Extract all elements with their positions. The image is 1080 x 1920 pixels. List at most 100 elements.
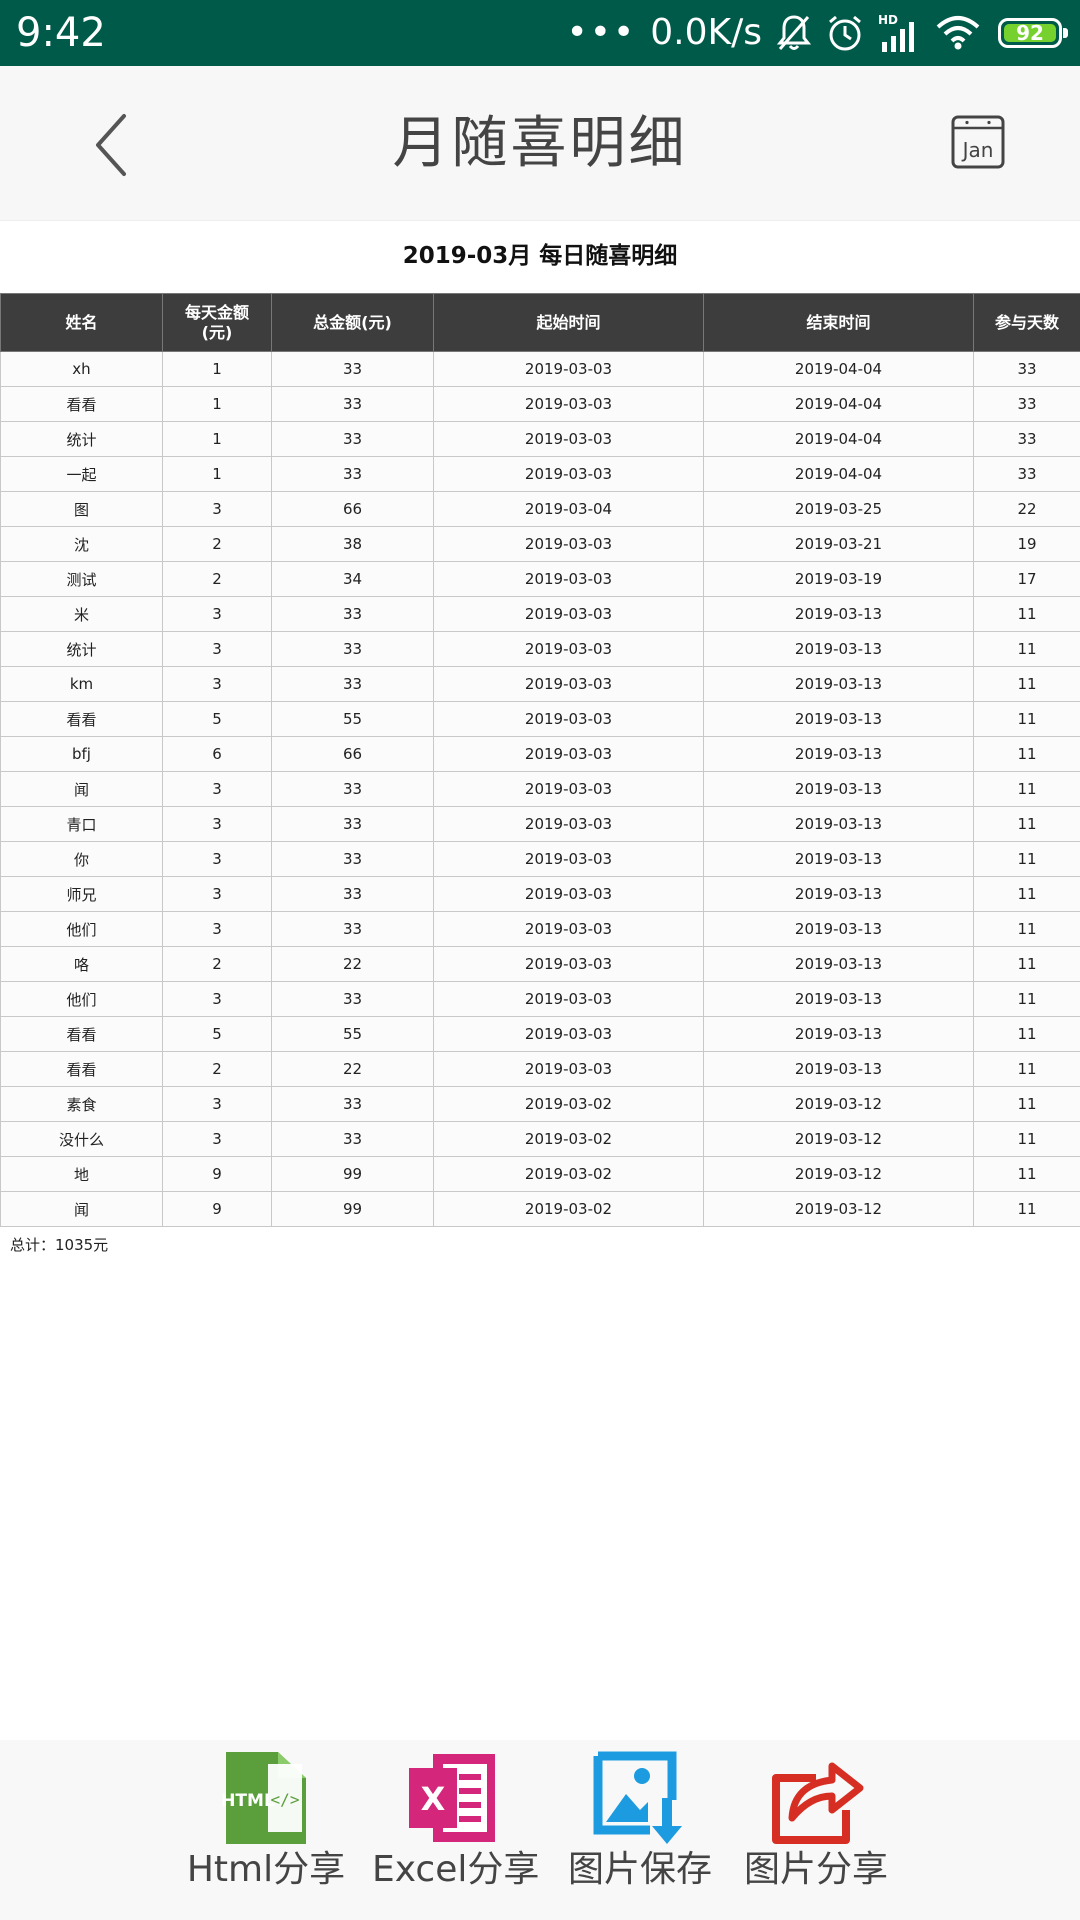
- table-cell: 没什么: [0, 1121, 163, 1157]
- table-cell: 2019-03-03: [433, 981, 704, 1017]
- table-cell: 2019-03-03: [433, 841, 704, 877]
- html-icon-label: HTML: [221, 1791, 275, 1811]
- table-cell: 2019-03-13: [703, 911, 974, 947]
- table-cell: 2019-03-13: [703, 736, 974, 772]
- table-row: 闻 3 33 2019-03-03 2019-03-13 11: [0, 771, 1080, 807]
- table-cell: 11: [973, 1156, 1080, 1192]
- table-cell: 师兄: [0, 876, 163, 912]
- table-row: km 3 33 2019-03-03 2019-03-13 11: [0, 666, 1080, 702]
- table-cell: km: [0, 666, 163, 702]
- column-header: 起始时间: [433, 293, 704, 352]
- table-cell: 2019-03-03: [433, 631, 704, 667]
- detail-table-container: 姓名 每天金额 (元) 总金额(元) 起始时间 结束时间 参与天数 xh 1 33 2019-0…: [0, 293, 1080, 1227]
- table-cell: 看看: [0, 1051, 163, 1087]
- table-row: 闻 9 99 2019-03-02 2019-03-12 11: [0, 1191, 1080, 1227]
- table-cell: 地: [0, 1156, 163, 1192]
- column-header: 参与天数: [973, 293, 1080, 352]
- excel-share-label: Excel分享: [372, 1849, 540, 1890]
- alarm-icon: [826, 13, 864, 53]
- column-header: 姓名: [0, 293, 163, 352]
- table-cell: 11: [973, 876, 1080, 912]
- table-cell: 3: [162, 981, 272, 1017]
- table-cell: 2019-03-13: [703, 981, 974, 1017]
- table-cell: 2019-04-04: [703, 386, 974, 422]
- table-row: 看看 5 55 2019-03-03 2019-03-13 11: [0, 701, 1080, 737]
- table-cell: 11: [973, 1121, 1080, 1157]
- table-cell: 66: [271, 491, 434, 527]
- table-cell: 2019-03-13: [703, 1016, 974, 1052]
- table-row: 统计 1 33 2019-03-03 2019-04-04 33: [0, 421, 1080, 457]
- table-row: 师兄 3 33 2019-03-03 2019-03-13 11: [0, 876, 1080, 912]
- table-cell: 2019-03-21: [703, 526, 974, 562]
- table-cell: 99: [271, 1191, 434, 1227]
- table-cell: xh: [0, 351, 163, 387]
- table-cell: 55: [271, 701, 434, 737]
- table-cell: 33: [271, 666, 434, 702]
- table-cell: 38: [271, 526, 434, 562]
- table-cell: 5: [162, 1016, 272, 1052]
- table-cell: 22: [271, 946, 434, 982]
- bell-muted-icon: [776, 13, 812, 53]
- table-row: 你 3 33 2019-03-03 2019-03-13 11: [0, 841, 1080, 877]
- share-bar: HTML </> Html分享 X Excel分享 图片保存 图片分享: [0, 1740, 1080, 1920]
- table-cell: 11: [973, 596, 1080, 632]
- table-cell: 2019-03-03: [433, 596, 704, 632]
- table-cell: 33: [271, 1121, 434, 1157]
- table-cell: 2019-03-04: [433, 491, 704, 527]
- battery-tip: [1063, 28, 1068, 38]
- table-cell: 6: [162, 736, 272, 772]
- table-cell: 青口: [0, 806, 163, 842]
- table-cell: 33: [271, 596, 434, 632]
- table-cell: 图: [0, 491, 163, 527]
- table-row: 米 3 33 2019-03-03 2019-03-13 11: [0, 596, 1080, 632]
- table-cell: 33: [973, 456, 1080, 492]
- svg-text:</>: </>: [271, 1790, 300, 1809]
- table-cell: 2019-03-13: [703, 876, 974, 912]
- table-cell: 2019-03-13: [703, 841, 974, 877]
- table-cell: 统计: [0, 421, 163, 457]
- excel-share-button[interactable]: X Excel分享: [372, 1740, 540, 1920]
- table-cell: 3: [162, 806, 272, 842]
- table-cell: 3: [162, 596, 272, 632]
- html-share-button[interactable]: HTML </> Html分享: [185, 1740, 347, 1920]
- table-row: 测试 2 34 2019-03-03 2019-03-19 17: [0, 561, 1080, 597]
- table-row: 看看 1 33 2019-03-03 2019-04-04 33: [0, 386, 1080, 422]
- table-cell: 33: [271, 421, 434, 457]
- table-cell: 33: [271, 771, 434, 807]
- image-share-button[interactable]: 图片分享: [740, 1740, 892, 1920]
- total-amount: 总计：1035元: [10, 1236, 109, 1254]
- table-cell: 1: [162, 421, 272, 457]
- column-header: 每天金额 (元): [162, 293, 272, 352]
- table-cell: 2: [162, 561, 272, 597]
- table-cell: 2019-03-02: [433, 1156, 704, 1192]
- table-cell: 11: [973, 806, 1080, 842]
- excel-file-icon: X: [409, 1754, 495, 1842]
- signal-hd-icon: HD: [878, 12, 922, 54]
- table-cell: 米: [0, 596, 163, 632]
- table-cell: 2019-03-03: [433, 351, 704, 387]
- table-cell: 1: [162, 351, 272, 387]
- table-cell: 2019-03-13: [703, 596, 974, 632]
- table-cell: 34: [271, 561, 434, 597]
- table-cell: 33: [271, 841, 434, 877]
- table-cell: 2019-03-03: [433, 946, 704, 982]
- table-cell: 33: [973, 351, 1080, 387]
- table-cell: bfj: [0, 736, 163, 772]
- table-cell: 33: [271, 631, 434, 667]
- table-cell: 33: [271, 386, 434, 422]
- table-cell: 咯: [0, 946, 163, 982]
- table-cell: 5: [162, 701, 272, 737]
- table-cell: 2019-03-03: [433, 771, 704, 807]
- table-cell: 2019-03-12: [703, 1086, 974, 1122]
- calendar-button[interactable]: Jan: [950, 114, 1006, 170]
- table-cell: 11: [973, 1016, 1080, 1052]
- status-time: 9:42: [16, 10, 106, 56]
- table-cell: 11: [973, 841, 1080, 877]
- table-header-row: 姓名 每天金额 (元) 总金额(元) 起始时间 结束时间 参与天数: [0, 293, 1080, 352]
- table-cell: 2019-03-03: [433, 386, 704, 422]
- table-cell: 33: [271, 351, 434, 387]
- table-cell: 沈: [0, 526, 163, 562]
- table-cell: 看看: [0, 701, 163, 737]
- table-row: 看看 5 55 2019-03-03 2019-03-13 11: [0, 1016, 1080, 1052]
- image-save-button[interactable]: 图片保存: [559, 1740, 721, 1920]
